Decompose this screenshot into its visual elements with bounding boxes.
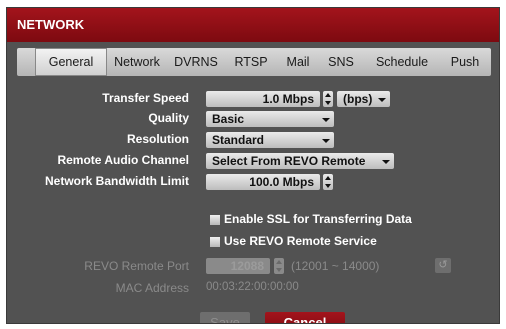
quality-label: Quality — [148, 111, 189, 125]
refresh-icon[interactable]: ↺ — [435, 258, 451, 273]
tab-schedule[interactable]: Schedule — [363, 48, 441, 76]
tab-push[interactable]: Push — [441, 48, 489, 76]
transfer-speed-unit-select[interactable]: (bps) — [337, 91, 390, 107]
mac-address-value: 00:03:22:00:00:00 — [206, 281, 299, 293]
cancel-button[interactable]: Cancel — [265, 312, 345, 323]
dropdown-caret-icon — [378, 98, 386, 102]
quality-select[interactable]: Basic — [206, 111, 334, 127]
tab-network[interactable]: Network — [107, 48, 167, 76]
ssl-checkbox[interactable] — [210, 215, 220, 225]
quality-value: Basic — [212, 112, 245, 126]
bandwidth-limit-field[interactable]: 100.0 Mbps — [206, 174, 320, 190]
tab-dvrns[interactable]: DVRNS — [167, 48, 225, 76]
remote-audio-label: Remote Audio Channel — [57, 153, 189, 167]
mac-address-label: MAC Address — [115, 281, 189, 295]
transfer-speed-field[interactable]: 1.0 Mbps — [206, 91, 320, 107]
save-button[interactable]: Save — [200, 312, 250, 323]
tab-bar: General Network DVRNS RTSP Mail SNS Sche… — [17, 48, 491, 76]
remote-audio-select[interactable]: Select From REVO Remote — [206, 153, 394, 169]
network-dialog: NETWORK General Network DVRNS RTSP Mail … — [6, 7, 500, 324]
transfer-speed-unit: (bps) — [343, 92, 373, 106]
tab-mail[interactable]: Mail — [277, 48, 319, 76]
revo-port-field[interactable]: 12088 — [206, 258, 270, 274]
ssl-label: Enable SSL for Transferring Data — [224, 212, 412, 226]
resolution-value: Standard — [212, 133, 265, 147]
dropdown-caret-icon — [322, 139, 330, 143]
bandwidth-limit-spin-icon[interactable] — [323, 174, 333, 190]
remote-audio-value: Select From REVO Remote — [212, 154, 366, 168]
tab-sns[interactable]: SNS — [319, 48, 363, 76]
revo-port-spin-icon[interactable] — [274, 258, 284, 274]
tab-rtsp[interactable]: RTSP — [225, 48, 277, 76]
transfer-speed-spin-icon[interactable] — [323, 91, 333, 107]
resolution-select[interactable]: Standard — [206, 132, 334, 148]
dialog-title: NETWORK — [7, 8, 499, 42]
tab-general[interactable]: General — [35, 48, 107, 76]
dropdown-caret-icon — [382, 160, 390, 164]
bandwidth-limit-label: Network Bandwidth Limit — [45, 174, 189, 188]
transfer-speed-label: Transfer Speed — [102, 91, 189, 105]
resolution-label: Resolution — [127, 132, 189, 146]
revo-port-range: (12001 ~ 14000) — [291, 259, 380, 273]
revo-service-checkbox[interactable] — [210, 237, 220, 247]
revo-service-label: Use REVO Remote Service — [224, 234, 377, 248]
dropdown-caret-icon — [322, 118, 330, 122]
revo-port-label: REVO Remote Port — [84, 259, 189, 273]
